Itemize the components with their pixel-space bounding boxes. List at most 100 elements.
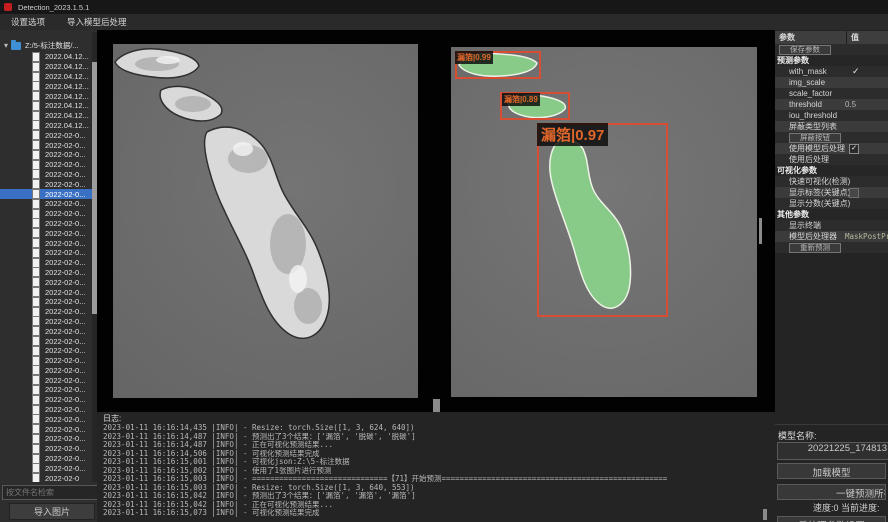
tree-item[interactable]: 2022-02-0... bbox=[0, 238, 97, 248]
param-row[interactable]: threshold0.5 bbox=[775, 99, 888, 110]
image-viewer: 漏箔|0.99 漏箔|0.89 漏箔|0.97 bbox=[97, 30, 775, 412]
tree-item-label: 2022-02-0... bbox=[45, 150, 85, 159]
param-row[interactable]: 显示标签(关键点) bbox=[775, 187, 888, 198]
tree-item[interactable]: 2022.04.12... bbox=[0, 111, 97, 121]
param-row[interactable]: 使用模型后处理✓ bbox=[775, 143, 888, 154]
tree-item[interactable]: 2022-02-0... bbox=[0, 228, 97, 238]
param-row[interactable]: 显示终端 bbox=[775, 220, 888, 231]
file-icon bbox=[32, 72, 40, 82]
tree-item[interactable]: 2022-02-0... bbox=[0, 199, 97, 209]
tree-item[interactable]: 2022-02-0... bbox=[0, 346, 97, 356]
file-icon bbox=[32, 140, 40, 150]
menu-item-settings[interactable]: 设置选项 bbox=[0, 14, 56, 30]
param-label: threshold bbox=[789, 100, 822, 109]
tree-item[interactable]: 2022-02-0 bbox=[0, 473, 97, 482]
checkbox-checked[interactable]: ✓ bbox=[849, 144, 859, 154]
file-icon bbox=[32, 424, 40, 434]
param-row[interactable]: with_mask✓ bbox=[775, 66, 888, 77]
defect-image-graphic bbox=[113, 44, 418, 398]
tree-item-label: 2022-02-0... bbox=[45, 209, 85, 218]
tree-item-label: 2022-02-0... bbox=[45, 170, 85, 179]
file-tree-panel: ▾ Z:/5-标注数据/... 2022.04.12...2022.04.12.… bbox=[0, 30, 97, 522]
tree-item[interactable]: 2022.04.12... bbox=[0, 121, 97, 131]
tree-item[interactable]: 2022-02-0... bbox=[0, 414, 97, 424]
tree-item[interactable]: 2022-02-0... bbox=[0, 268, 97, 278]
tree-item[interactable]: 2022-02-0... bbox=[0, 160, 97, 170]
tree-item[interactable]: 2022-02-0... bbox=[0, 424, 97, 434]
tree-item[interactable]: 2022-02-0... bbox=[0, 336, 97, 346]
tree-item[interactable]: 2022.04.12... bbox=[0, 91, 97, 101]
tree-item[interactable]: 2022-02-0... bbox=[0, 209, 97, 219]
search-input[interactable] bbox=[2, 485, 97, 500]
original-image[interactable] bbox=[113, 44, 418, 398]
log-scrollbar-handle[interactable] bbox=[763, 509, 767, 520]
tree-item[interactable]: 2022-02-0... bbox=[0, 287, 97, 297]
file-icon bbox=[32, 130, 40, 140]
tree-item-label: 2022-02-0... bbox=[45, 229, 85, 238]
menu-item-import-postprocess[interactable]: 导入模型后处理 bbox=[56, 14, 138, 30]
postprocess-settings-button[interactable]: 后处理参数设置 bbox=[777, 516, 886, 522]
tree-item-label: 2022.04.12... bbox=[45, 92, 89, 101]
tree-item[interactable]: 2022-02-0... bbox=[0, 454, 97, 464]
import-images-button[interactable]: 导入图片 bbox=[9, 503, 95, 520]
tree-item[interactable]: 2022-02-0... bbox=[0, 130, 97, 140]
tree-item[interactable]: 2022-02-0... bbox=[0, 434, 97, 444]
tree-item-label: 2022-02-0... bbox=[45, 395, 85, 404]
tree-item[interactable]: 2022-02-0... bbox=[0, 219, 97, 229]
param-row[interactable]: 显示分数(关键点) bbox=[775, 198, 888, 209]
param-action-button[interactable]: 重新预测 bbox=[789, 243, 841, 253]
predict-all-button[interactable]: 一键预测所有图片 bbox=[777, 484, 886, 500]
param-row[interactable]: img_scale bbox=[775, 77, 888, 88]
tree-item[interactable]: 2022-02-0... bbox=[0, 150, 97, 160]
tree-item[interactable]: 2022-02-0... bbox=[0, 248, 97, 258]
tree-item[interactable]: 2022-02-0... bbox=[0, 405, 97, 415]
param-label: 使用后处理 bbox=[789, 154, 829, 165]
image-scrollbar-handle[interactable] bbox=[759, 218, 762, 244]
tree-item[interactable]: 2022-02-0... bbox=[0, 326, 97, 336]
checkbox-empty[interactable] bbox=[849, 188, 859, 198]
file-icon bbox=[32, 297, 40, 307]
tree-item[interactable]: 2022-02-0... bbox=[0, 140, 97, 150]
tree-item[interactable]: 2022-02-0... bbox=[0, 258, 97, 268]
splitter-grip[interactable] bbox=[433, 399, 440, 413]
model-name-field[interactable]: 20221225_174813 bbox=[777, 442, 888, 460]
tree-item[interactable]: 2022-02-0... bbox=[0, 395, 97, 405]
tree-item[interactable]: 2022.04.12... bbox=[0, 81, 97, 91]
param-action-button[interactable]: 屏蔽按钮 bbox=[789, 133, 841, 143]
caret-down-icon[interactable]: ▾ bbox=[4, 41, 8, 50]
tree-item[interactable]: 2022-02-0... bbox=[0, 307, 97, 317]
tree-item[interactable]: 2022-02-0... bbox=[0, 317, 97, 327]
tree-item[interactable]: 2022.04.12... bbox=[0, 101, 97, 111]
tree-root[interactable]: ▾ Z:/5-标注数据/... bbox=[0, 39, 97, 52]
tree-item-label: 2022.04.12... bbox=[45, 82, 89, 91]
tree-item[interactable]: 2022-02-0... bbox=[0, 385, 97, 395]
param-row[interactable]: 快速可视化(检测) bbox=[775, 176, 888, 187]
prediction-image[interactable]: 漏箔|0.99 漏箔|0.89 漏箔|0.97 bbox=[451, 47, 757, 397]
tree-item[interactable]: 2022.04.12... bbox=[0, 52, 97, 62]
tree-item[interactable]: 2022-02-0... bbox=[0, 189, 97, 199]
tree-item[interactable]: 2022-02-0... bbox=[0, 297, 97, 307]
param-row[interactable]: 使用后处理 bbox=[775, 154, 888, 165]
tree-item[interactable]: 2022-02-0... bbox=[0, 356, 97, 366]
param-action-button[interactable]: 保存参数 bbox=[779, 45, 831, 55]
app-title: Detection_2023.1.5.1 bbox=[18, 3, 89, 12]
tree-item[interactable]: 2022-02-0... bbox=[0, 170, 97, 180]
params-header-param: 参数 bbox=[775, 31, 846, 44]
param-button-row: 保存参数 bbox=[775, 44, 888, 55]
detection-label: 漏箔|0.89 bbox=[502, 93, 540, 106]
tree-item[interactable]: 2022-02-0... bbox=[0, 444, 97, 454]
tree-item[interactable]: 2022-02-0... bbox=[0, 277, 97, 287]
tree-item[interactable]: 2022-02-0... bbox=[0, 463, 97, 473]
tree-item[interactable]: 2022.04.12... bbox=[0, 72, 97, 82]
file-tree-items: 2022.04.12...2022.04.12...2022.04.12...2… bbox=[0, 52, 97, 482]
param-row[interactable]: 屏蔽类型列表 bbox=[775, 121, 888, 132]
load-model-button[interactable]: 加载模型 bbox=[777, 463, 886, 479]
tree-item[interactable]: 2022-02-0... bbox=[0, 375, 97, 385]
log-lines[interactable]: 2023-01-11 16:16:14,435 |INFO| - Resize:… bbox=[103, 424, 767, 518]
tree-item[interactable]: 2022.04.12... bbox=[0, 62, 97, 72]
param-row[interactable]: iou_threshold bbox=[775, 110, 888, 121]
tree-item[interactable]: 2022-02-0... bbox=[0, 366, 97, 376]
param-row[interactable]: 模型后处理器MaskPostPro bbox=[775, 231, 888, 242]
tree-item[interactable]: 2022-02-0... bbox=[0, 179, 97, 189]
param-row[interactable]: scale_factor bbox=[775, 88, 888, 99]
